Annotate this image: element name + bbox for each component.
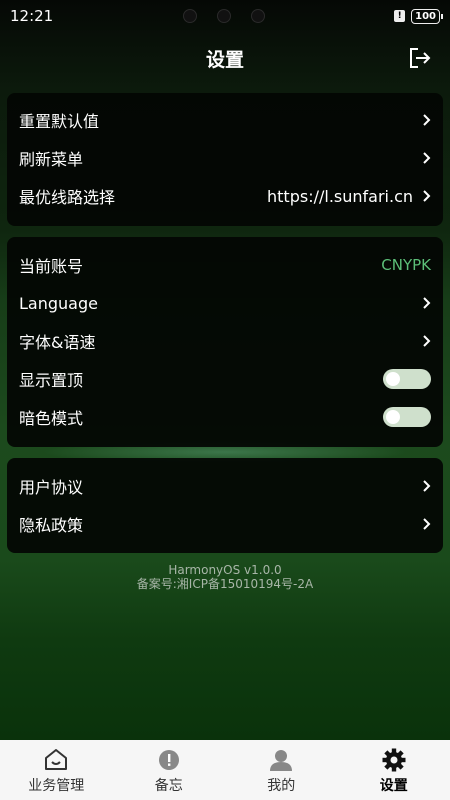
language-row[interactable]: Language [7,284,443,322]
tab-label: 设置 [379,778,408,794]
status-icons: ! 100 [394,8,443,24]
page-header: 设置 [0,38,450,78]
chevron-right-icon [423,152,431,164]
show-on-top-toggle[interactable] [383,369,431,389]
bottom-tab-bar: 业务管理 备忘 我的 设置 [0,740,450,800]
chevron-right-icon [423,480,431,492]
gear-icon [382,748,406,772]
version-text: HarmonyOS v1.0.0 [168,563,282,577]
route-url-value: https://l.sunfari.cn [267,186,413,206]
row-label: 字体&语速 [19,333,96,352]
logout-icon[interactable] [408,47,432,69]
camera-icon [251,9,265,23]
settings-group-account: 当前账号 CNYPK Language 字体&语速 显示置顶 暗色模式 [7,237,443,447]
row-label: Language [19,293,98,313]
settings-group-legal: 用户协议 隐私政策 [7,458,443,553]
sensor-icon [217,9,231,23]
current-account-row: 当前账号 CNYPK [7,246,443,284]
tab-label: 备忘 [154,778,183,794]
best-route-row[interactable]: 最优线路选择 https://l.sunfari.cn [7,177,443,215]
tab-mine[interactable]: 我的 [225,740,338,800]
sim-alert-icon: ! [394,10,406,22]
chevron-right-icon [423,190,431,202]
camera-cutout [183,9,265,23]
font-speech-row[interactable]: 字体&语速 [7,322,443,360]
chevron-right-icon [423,114,431,126]
toggle-knob [386,410,400,424]
clock: 12:21 [10,7,54,25]
settings-group-general: 重置默认值 刷新菜单 最优线路选择 https://l.sunfari.cn [7,93,443,226]
row-label: 重置默认值 [19,112,100,131]
row-label: 刷新菜单 [19,150,84,169]
alert-icon [158,750,179,770]
dark-mode-toggle[interactable] [383,407,431,427]
battery-icon: 100 [411,8,443,24]
chevron-right-icon [423,518,431,530]
row-label: 当前账号 [19,257,84,276]
privacy-policy-row[interactable]: 隐私政策 [7,505,443,543]
page-title: 设置 [205,48,244,71]
camera-icon [183,9,197,23]
chevron-right-icon [423,297,431,309]
user-icon [270,750,293,771]
home-icon [45,749,68,770]
chevron-right-icon [423,335,431,347]
account-value: CNYPK [381,256,431,274]
refresh-menu-row[interactable]: 刷新菜单 [7,139,443,177]
row-label: 暗色模式 [19,409,84,428]
icp-text: 备案号:湘ICP备15010194号-2A [136,577,314,591]
tab-label: 我的 [267,778,296,794]
tab-label: 业务管理 [28,778,85,794]
tab-settings[interactable]: 设置 [338,740,450,800]
reset-defaults-row[interactable]: 重置默认值 [7,101,443,139]
row-label: 隐私政策 [19,516,84,535]
footer-note: HarmonyOS v1.0.0 备案号:湘ICP备15010194号-2A [0,563,450,591]
tab-business[interactable]: 业务管理 [0,740,113,800]
row-label: 用户协议 [19,478,84,497]
tab-memo[interactable]: 备忘 [113,740,226,800]
row-label: 最优线路选择 [19,188,116,207]
user-agreement-row[interactable]: 用户协议 [7,467,443,505]
dark-mode-row: 暗色模式 [7,398,443,436]
row-label: 显示置顶 [19,371,84,390]
toggle-knob [386,372,400,386]
show-on-top-row: 显示置顶 [7,360,443,398]
